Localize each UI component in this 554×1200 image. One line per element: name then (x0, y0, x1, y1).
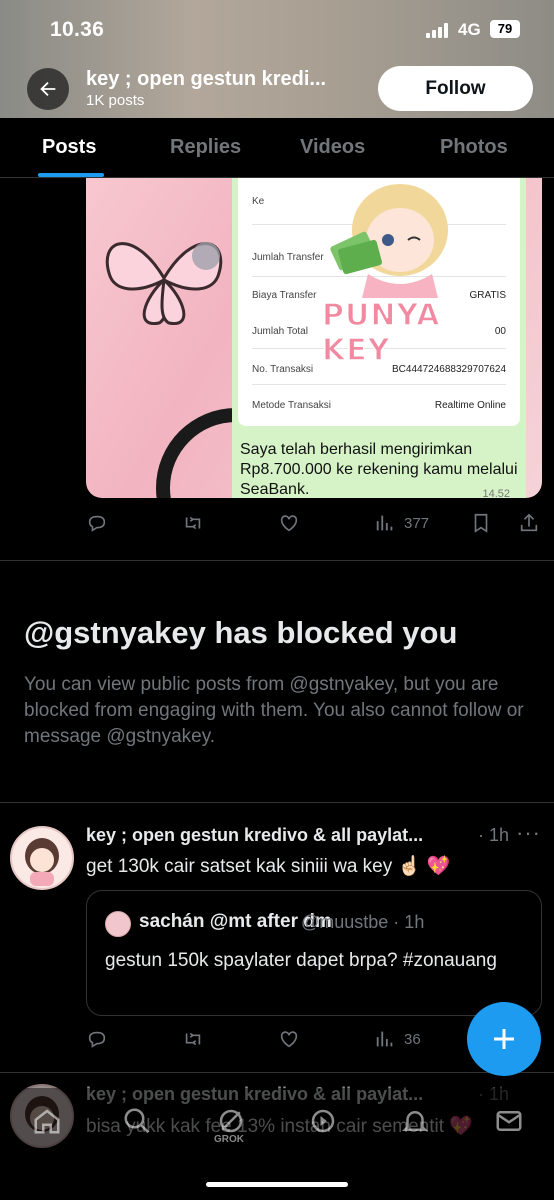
bookmark-icon (474, 513, 488, 533)
analytics-icon (376, 515, 393, 531)
arrow-left-icon (40, 81, 56, 97)
like-button[interactable] (278, 512, 300, 534)
transfer-receipt: Ke Jumlah Transfer Biaya Transfer GRATIS… (232, 178, 526, 498)
share-icon (520, 513, 538, 532)
battery-icon: 79 (490, 20, 520, 38)
reply-button[interactable] (86, 1028, 108, 1050)
follow-button[interactable]: Follow (378, 66, 533, 111)
home-indicator[interactable] (206, 1182, 348, 1187)
repost-button[interactable] (182, 512, 204, 534)
grok-icon[interactable] (216, 1106, 246, 1136)
communities-icon[interactable] (308, 1106, 338, 1136)
quoted-post[interactable]: sachán @mt after dm @muustbe · 1h gestun… (86, 890, 542, 1016)
tab-posts[interactable]: Posts (42, 136, 96, 159)
status-time: 10.36 (50, 18, 105, 41)
receipt-label: No. Transaksi (252, 364, 314, 375)
post-author-name[interactable]: key ; open gestun kredivo & all paylat..… (86, 825, 478, 846)
quote-text: gestun 150k spaylater dapet brpa? #zonau… (105, 950, 497, 971)
search-icon[interactable] (122, 1106, 152, 1136)
receipt-time: 14.52 (482, 488, 510, 498)
chibi-sticker (330, 184, 448, 298)
status-bar: 10.36 4G 79 (0, 18, 554, 46)
views-button[interactable]: 377 (374, 512, 429, 534)
home-icon[interactable] (32, 1106, 62, 1136)
receipt-label: Biaya Transfer (252, 290, 317, 301)
notifications-icon[interactable] (400, 1106, 430, 1136)
butterfly-sticker (105, 242, 223, 325)
divider (0, 802, 554, 803)
repost-icon (185, 516, 201, 530)
signal-icon (426, 22, 450, 38)
reply-icon (88, 1031, 106, 1048)
divider (0, 1072, 554, 1073)
compose-button[interactable] (467, 1002, 541, 1076)
views-count: 377 (404, 514, 430, 532)
views-button[interactable]: 36 (374, 1028, 421, 1050)
analytics-icon (376, 1031, 393, 1047)
heart-icon (280, 1031, 298, 1048)
blocked-title: @gstnyakey has blocked you (24, 615, 458, 650)
post-media-image[interactable]: Ke Jumlah Transfer Biaya Transfer GRATIS… (86, 178, 542, 498)
post-time: · 1h (478, 825, 510, 845)
plus-icon (494, 1029, 514, 1049)
reply-icon (88, 515, 106, 532)
share-button[interactable] (518, 512, 540, 534)
reply-button[interactable] (86, 512, 108, 534)
avatar[interactable] (10, 826, 74, 890)
active-tab-indicator (38, 173, 104, 177)
profile-header: 10.36 4G 79 key ; open gestun kredi... 1… (0, 0, 554, 118)
views-count: 36 (404, 1030, 421, 1048)
avatar-illustration (12, 828, 72, 888)
back-button[interactable] (27, 68, 69, 110)
tab-replies[interactable]: Replies (170, 136, 241, 159)
post-count: 1K posts (86, 92, 145, 109)
receipt-value: Realtime Online (434, 400, 506, 411)
messages-icon[interactable] (494, 1106, 524, 1136)
tab-videos[interactable]: Videos (300, 136, 365, 159)
post-actions: 377 (86, 512, 546, 536)
blocked-description: You can view public posts from @gstnyake… (24, 674, 524, 747)
watermark-text: PUNYA KEY (321, 297, 441, 369)
receipt-label: Ke (252, 196, 265, 207)
quote-handle: @muustbe · 1h (301, 912, 425, 932)
repost-button[interactable] (182, 1028, 204, 1050)
receipt-label: Jumlah Transfer (252, 252, 324, 263)
heart-icon (280, 515, 298, 532)
divider (0, 560, 554, 561)
like-button[interactable] (278, 1028, 300, 1050)
receipt-label: Metode Transaksi (252, 400, 331, 411)
quote-avatar (105, 911, 131, 937)
repost-icon (185, 1032, 201, 1046)
profile-tabs: Posts Replies Videos Photos (0, 118, 554, 178)
more-options-icon[interactable]: ··· (516, 820, 541, 846)
profile-name: key ; open gestun kredi... (86, 68, 327, 90)
grok-label: GROK (214, 1134, 244, 1145)
receipt-card: Ke Jumlah Transfer Biaya Transfer GRATIS… (238, 178, 520, 426)
post-text: get 130k cair satset kak siniii wa key ☝… (86, 856, 451, 877)
receipt-message: Saya telah berhasil mengirimkan Rp8.700.… (240, 441, 518, 498)
bookmark-button[interactable] (470, 512, 492, 534)
network-type: 4G (458, 20, 481, 39)
tab-photos[interactable]: Photos (440, 136, 508, 159)
receipt-label: Jumlah Total (252, 326, 308, 337)
